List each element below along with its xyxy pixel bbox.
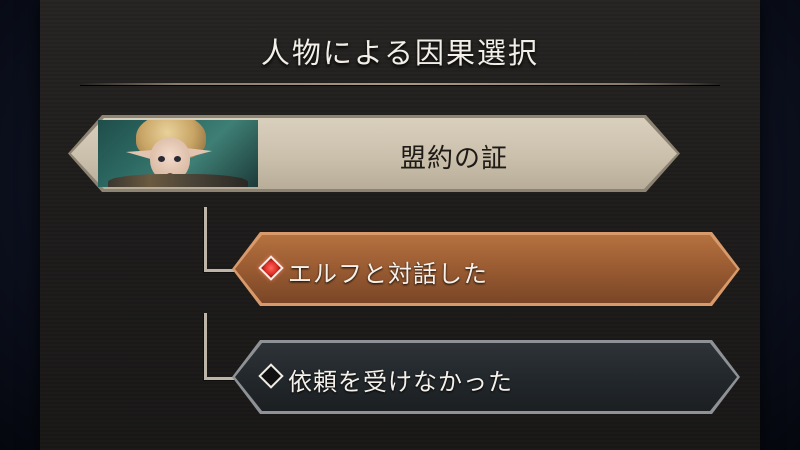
title-divider	[80, 83, 720, 85]
choice-label: 依頼を受けなかった	[288, 368, 513, 396]
banner-label: 盟約の証	[399, 144, 508, 174]
choice-option-selected[interactable]: エルフと対話した	[232, 232, 740, 306]
elf-portrait-icon	[98, 120, 258, 187]
choice-label: エルフと対話した	[288, 260, 488, 288]
choice-option[interactable]: 依頼を受けなかった	[232, 340, 740, 414]
game-screen: 人物による因果選択 盟約の証 エルフと対話した 依頼を受けなかった	[0, 0, 800, 450]
screen-title: 人物による因果選択	[260, 36, 540, 70]
